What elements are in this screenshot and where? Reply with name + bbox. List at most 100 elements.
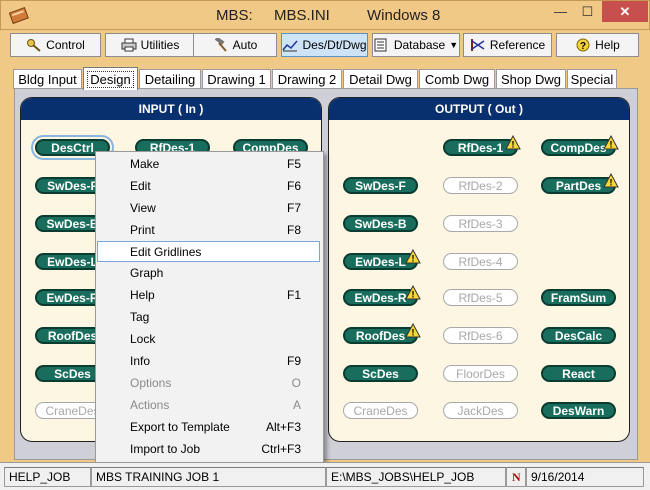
key-icon — [27, 39, 41, 52]
warning-icon: ! — [405, 285, 421, 300]
svg-text:!: ! — [412, 254, 415, 264]
tab-drawing-2[interactable]: Drawing 2 — [272, 69, 342, 89]
output-jackdes-button[interactable]: JackDes — [443, 402, 518, 419]
menu-shortcut: F1 — [286, 288, 301, 302]
menu-shortcut: A — [292, 398, 301, 412]
tab-label: Shop Dwg — [501, 72, 561, 87]
reference-button[interactable]: Reference — [463, 33, 552, 57]
database-label: Database — [393, 38, 446, 52]
menu-item-tag[interactable]: Tag — [98, 307, 321, 328]
status-bar: HELP_JOB MBS TRAINING JOB 1 E:\MBS_JOBS\… — [0, 462, 650, 490]
app-logo-icon — [9, 7, 29, 25]
output-cranedes-button[interactable]: CraneDes — [343, 402, 418, 419]
menu-item-print[interactable]: Print F8 — [98, 220, 321, 241]
svg-text:!: ! — [610, 140, 613, 150]
menu-item-edit[interactable]: Edit F6 — [98, 176, 321, 197]
menu-item-graph[interactable]: Graph — [98, 263, 321, 284]
maximize-button[interactable]: ☐ — [574, 1, 601, 22]
tab-design[interactable]: Design — [83, 67, 138, 90]
warning-icon: ! — [603, 135, 619, 150]
title-os: Windows 8 — [367, 7, 441, 24]
menu-label: Options — [130, 376, 172, 390]
menu-shortcut: F7 — [286, 201, 301, 215]
menu-item-info[interactable]: Info F9 — [98, 351, 321, 372]
output-rfdes-3-button[interactable]: RfDes-3 — [443, 215, 518, 232]
menu-label: Graph — [130, 266, 164, 280]
output-rfdes-2-button[interactable]: RfDes-2 — [443, 177, 518, 194]
warning-icon: ! — [405, 323, 421, 338]
tab-special[interactable]: Special — [567, 69, 617, 89]
menu-label: Edit — [130, 179, 151, 193]
tab-label: Comb Dwg — [424, 72, 490, 87]
control-label: Control — [46, 38, 85, 52]
svg-text:!: ! — [512, 140, 515, 150]
menu-label: Print — [130, 223, 155, 237]
output-rfdes-4-button[interactable]: RfDes-4 — [443, 253, 518, 270]
chevron-down-icon: ▼ — [449, 40, 459, 50]
control-button[interactable]: Control — [10, 33, 101, 57]
utilities-label: Utilities — [140, 38, 180, 52]
output-rfdes-6-button[interactable]: RfDes-6 — [443, 327, 518, 344]
menu-label: Export to Template — [130, 420, 230, 434]
auto-button[interactable]: Auto — [193, 33, 277, 57]
status-date: 9/16/2014 — [526, 467, 644, 487]
output-framsum-button[interactable]: FramSum — [541, 289, 616, 306]
output-floordes-button[interactable]: FloorDes — [443, 365, 518, 382]
menu-item-import-to-job[interactable]: Import to Job Ctrl+F3 — [98, 439, 321, 460]
tab-label: Detail Dwg — [349, 72, 412, 87]
warning-icon: ! — [405, 249, 421, 264]
output-scdes-button[interactable]: ScDes — [343, 365, 418, 382]
menu-item-actions: Actions A — [98, 395, 321, 416]
menu-shortcut: F9 — [286, 354, 301, 368]
toolbar: Control Utilities Auto Des/Dt/Dwg Databa… — [10, 33, 639, 57]
minimize-button[interactable]: — — [547, 1, 574, 22]
output-react-button[interactable]: React — [541, 365, 616, 382]
tab-comb-dwg[interactable]: Comb Dwg — [419, 69, 495, 89]
output-swdes-b-button[interactable]: SwDes-B — [343, 215, 418, 232]
menu-item-export-to-template[interactable]: Export to Template Alt+F3 — [98, 417, 321, 438]
menu-shortcut: F6 — [286, 179, 301, 193]
help-label: Help — [595, 38, 620, 52]
menu-label: Help — [130, 288, 155, 302]
output-deswarn-button[interactable]: DesWarn — [541, 402, 616, 419]
tab-drawing-1[interactable]: Drawing 1 — [202, 69, 271, 89]
status-job-name: MBS TRAINING JOB 1 — [91, 467, 326, 487]
tab-label: Design — [87, 70, 134, 88]
chart-icon — [282, 40, 299, 52]
title-app: MBS: — [216, 7, 253, 24]
database-button[interactable]: Database ▼ — [372, 33, 460, 57]
output-swdes-f-button[interactable]: SwDes-F — [343, 177, 418, 194]
help-button[interactable]: ? Help — [556, 33, 639, 57]
utilities-button[interactable]: Utilities — [105, 33, 195, 57]
tab-label: Detailing — [144, 72, 196, 87]
output-rfdes-5-button[interactable]: RfDes-5 — [443, 289, 518, 306]
context-menu: Make F5 Edit F6 View F7 Print F8 Edit Gridli… — [95, 151, 324, 464]
menu-item-view[interactable]: View F7 — [98, 198, 321, 219]
status-flag: N — [506, 467, 526, 487]
tab-bldg-input[interactable]: Bldg Input — [13, 69, 82, 89]
menu-item-help[interactable]: Help F1 — [98, 285, 321, 306]
svg-text:!: ! — [610, 178, 613, 188]
menu-label: View — [130, 201, 156, 215]
desdtdwg-label: Des/Dt/Dwg — [302, 38, 367, 52]
tab-label: Drawing 2 — [277, 72, 337, 87]
menu-shortcut: Alt+F3 — [265, 420, 301, 434]
warning-icon: ! — [603, 173, 619, 188]
tab-label: Special — [570, 72, 614, 87]
close-button[interactable]: ✕ — [602, 1, 648, 22]
desdtdwg-button[interactable]: Des/Dt/Dwg — [281, 33, 368, 57]
menu-item-lock[interactable]: Lock — [98, 329, 321, 350]
menu-label: Lock — [130, 332, 156, 346]
hammer-icon — [214, 38, 227, 52]
tab-shop-dwg[interactable]: Shop Dwg — [496, 69, 566, 89]
output-descalc-button[interactable]: DesCalc — [541, 327, 616, 344]
menu-item-make[interactable]: Make F5 — [98, 154, 321, 175]
tab-label: Drawing 1 — [207, 72, 266, 87]
tab-detailing[interactable]: Detailing — [139, 69, 201, 89]
menu-shortcut: Ctrl+F3 — [261, 442, 301, 456]
menu-shortcut: O — [291, 376, 301, 390]
menu-shortcut: F8 — [286, 223, 301, 237]
tab-detail-dwg[interactable]: Detail Dwg — [343, 69, 418, 89]
menu-shortcut: F5 — [286, 157, 301, 171]
menu-item-edit-gridlines[interactable]: Edit Gridlines — [97, 241, 320, 262]
